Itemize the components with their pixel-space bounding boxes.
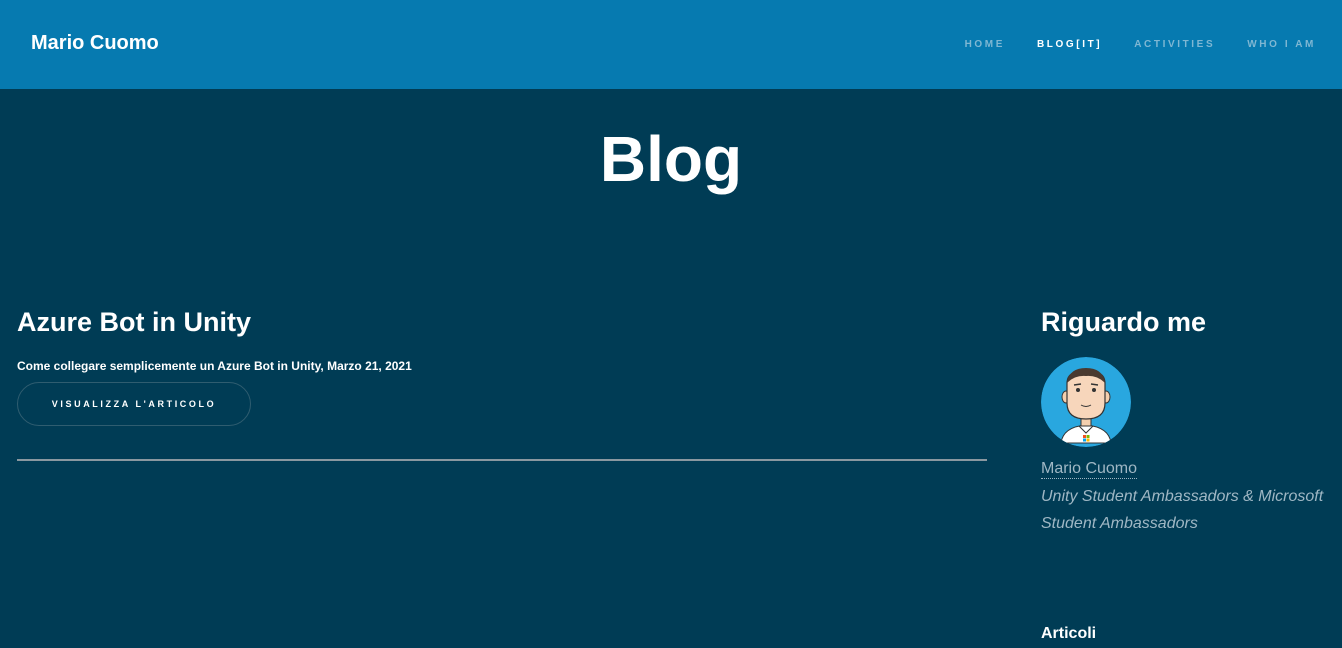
avatar [1041,357,1131,447]
post-title[interactable]: Azure Bot in Unity [17,307,251,338]
main-nav: HOME BLOG[IT] ACTIVITIES WHO I AM [933,39,1316,50]
page-title: Blog [599,123,743,195]
nav-blog[interactable]: BLOG[IT] [1037,39,1102,50]
view-article-button[interactable]: VISUALIZZA L'ARTICOLO [17,382,251,426]
author-bio: Unity Student Ambassadors & Microsoft St… [1041,488,1324,532]
post-divider [17,459,987,461]
nav-home[interactable]: HOME [965,39,1005,50]
avatar-illustration-icon [1041,357,1131,447]
articles-heading: Articoli [1041,625,1097,642]
post-meta: Come collegare semplicemente un Azure Bo… [17,359,412,373]
nav-who-i-am[interactable]: WHO I AM [1247,39,1316,50]
nav-activities[interactable]: ACTIVITIES [1134,39,1215,50]
brand-link[interactable]: Mario Cuomo [31,32,159,55]
sidebar-title: Riguardo me [1041,307,1207,337]
site-header: Mario Cuomo HOME BLOG[IT] ACTIVITIES WHO… [0,0,1342,89]
author-name-link[interactable]: Mario Cuomo [1041,460,1138,479]
